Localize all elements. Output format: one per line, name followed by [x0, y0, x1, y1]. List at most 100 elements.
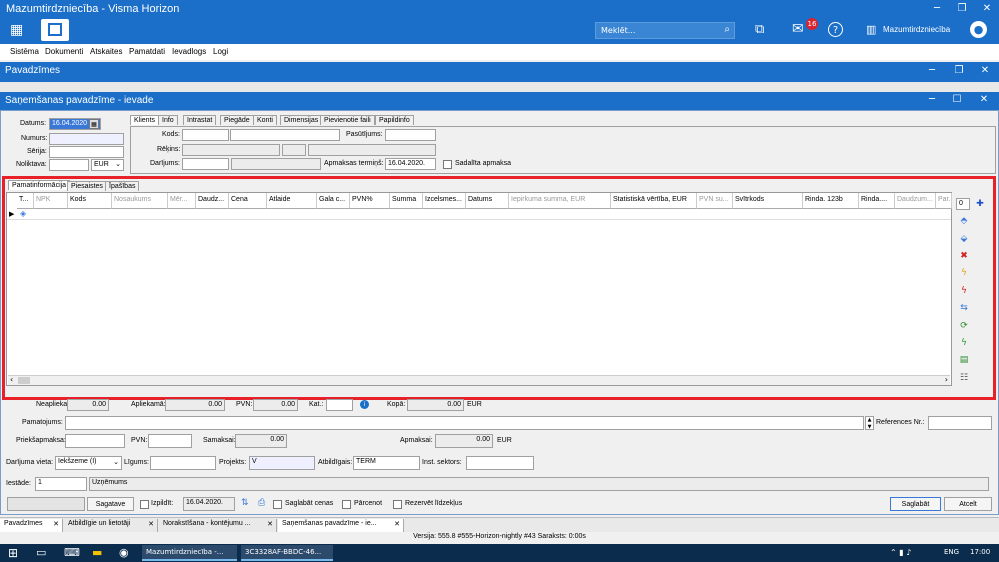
clock[interactable]: 17:00 — [970, 548, 990, 556]
references-field[interactable] — [928, 416, 992, 430]
company-name[interactable]: Mazumtirdzniecība — [883, 25, 950, 34]
windows-start-icon[interactable]: ⊞ — [8, 546, 18, 560]
tray-icons[interactable]: ⌃ ▮ ♪ — [890, 548, 911, 557]
taskbar-app-horizon[interactable]: Mazumtirdzniecība -... — [142, 545, 237, 561]
grid-apps-icon[interactable]: ▦ — [10, 22, 26, 38]
menu-atskaites[interactable]: Atskaites — [90, 47, 122, 56]
references-label: References Nr.: — [876, 419, 925, 426]
kat-field[interactable] — [326, 399, 353, 411]
minimize-icon[interactable]: ─ — [930, 3, 944, 14]
doc-tab-atbildigie[interactable]: Atbildīgie un lietotāji ✕ — [64, 519, 158, 532]
document-list-button[interactable] — [41, 19, 69, 41]
powershell-icon[interactable]: ⌨ — [64, 546, 80, 559]
rekins-field-3[interactable] — [308, 144, 436, 156]
saglabat-cenas-checkbox[interactable] — [273, 500, 282, 509]
spin-icon[interactable]: ▲ ▼ — [865, 416, 874, 430]
transfer-icon[interactable]: ⇅ — [241, 498, 252, 510]
kods-field[interactable] — [182, 129, 229, 141]
kopa-label: Kopā: — [387, 401, 406, 408]
close-icon[interactable]: ✕ — [980, 3, 994, 14]
pasutijums-field[interactable] — [385, 129, 436, 141]
atcelt-button[interactable]: Atcelt — [944, 497, 992, 511]
doc-tab-norakstisana[interactable]: Norakstīšana - kontējumu ... ✕ — [159, 519, 277, 532]
minimize-icon[interactable]: ─ — [925, 94, 939, 105]
rezervet-checkbox[interactable] — [393, 500, 402, 509]
menu-pamatdati[interactable]: Pamatdati — [129, 47, 165, 56]
taskbar-app-excel[interactable]: 3C3328AF-BBDC-46... — [241, 545, 333, 561]
maximize-icon[interactable]: ❐ — [955, 3, 969, 14]
close-icon[interactable]: ✕ — [978, 65, 992, 76]
folder-icon[interactable]: ▬ — [92, 546, 102, 559]
close-icon[interactable]: ✕ — [148, 520, 154, 528]
parcenot-checkbox[interactable] — [342, 500, 351, 509]
pavadzimes-window-bar: Pavadzīmes ─ ❐ ✕ — [0, 62, 999, 82]
atbildigais-field[interactable]: TERM — [353, 456, 420, 470]
kods-name-field[interactable] — [230, 129, 340, 141]
darijuma-vieta-select[interactable]: Iekšzeme (I) ⌄ — [55, 456, 122, 470]
priekapmaksa-label: Priekšapmaksa: — [16, 437, 66, 444]
menu-logi[interactable]: Logi — [213, 47, 228, 56]
priekapmaksa-field[interactable] — [65, 434, 125, 448]
tab-klients[interactable]: Klients — [130, 115, 160, 125]
kopa-currency: EUR — [467, 401, 482, 408]
tab-intrastat[interactable]: Intrastat — [183, 115, 217, 125]
currency-select[interactable]: EUR ⌄ — [91, 159, 124, 171]
serija-field[interactable] — [49, 146, 124, 158]
tab-pievienotie-faili[interactable]: Pievienotie faili — [320, 115, 375, 125]
tab-konti[interactable]: Konti — [253, 115, 277, 125]
close-icon[interactable]: ✕ — [53, 520, 59, 528]
darijums-name-field[interactable] — [231, 158, 321, 170]
pasutijums-label: Pasūtījums: — [346, 131, 383, 138]
file-explorer-icon[interactable]: ▭ — [36, 546, 46, 559]
tab-info[interactable]: Info — [158, 115, 178, 125]
menu-sistema[interactable]: Sistēma — [10, 47, 39, 56]
close-icon[interactable]: ✕ — [267, 520, 273, 528]
search-input[interactable]: Meklēt... ⌕ — [595, 22, 735, 39]
user-avatar-icon[interactable]: ● — [970, 21, 987, 38]
ligums-field[interactable] — [150, 456, 216, 470]
doc-tab-pavadzimes[interactable]: Pavadzīmes ✕ — [0, 519, 63, 532]
iestade-field[interactable]: 1 — [35, 477, 87, 491]
sadalita-apmaksa-checkbox[interactable] — [443, 160, 452, 169]
pamatojums-label: Pamatojums: — [22, 419, 63, 426]
inst-sektors-field[interactable] — [466, 456, 534, 470]
restore-icon[interactable]: ❐ — [952, 65, 966, 76]
minimize-icon[interactable]: ─ — [925, 65, 939, 76]
rekins-field[interactable] — [182, 144, 280, 156]
menu-ievadlogs[interactable]: Ievadlogs — [172, 47, 206, 56]
projekts-field[interactable]: V — [249, 456, 315, 470]
darijums-field[interactable] — [182, 158, 229, 170]
mail-icon[interactable]: ✉ — [792, 21, 804, 37]
apmaksas-termins-field[interactable]: 16.04.2020. — [385, 158, 436, 170]
chrome-icon[interactable]: ◉ — [119, 546, 129, 559]
currency-value: EUR — [94, 161, 109, 168]
calendar-icon[interactable]: ▦ — [89, 119, 99, 129]
saglabat-button[interactable]: Saglabāt — [890, 497, 941, 511]
doc-tab-sanemsanas[interactable]: Saņemšanas pavadzīme - ie... ✕ — [278, 519, 404, 532]
print-icon[interactable]: ⎙ — [258, 498, 269, 510]
pvn2-label: PVN: — [131, 437, 148, 444]
tab-papildinfo[interactable]: Papildinfo — [375, 115, 414, 125]
search-icon[interactable]: ⌕ — [724, 24, 730, 35]
izpildit-checkbox[interactable] — [140, 500, 149, 509]
menu-dokumenti[interactable]: Dokumenti — [45, 47, 83, 56]
darijums-label: Darījums: — [150, 160, 180, 167]
status-bar: Versija: 555.8 #555-Horizon-nightly #43 … — [0, 532, 999, 544]
tab-dimensijas[interactable]: Dimensijas — [280, 115, 323, 125]
numurs-field[interactable] — [49, 133, 124, 145]
info-icon[interactable]: i — [360, 400, 369, 409]
izpildit-date-field[interactable]: 16.04.2020. — [183, 497, 235, 511]
rekins-field-2[interactable] — [282, 144, 306, 156]
close-icon[interactable]: ✕ — [977, 94, 991, 105]
pvn2-field[interactable] — [148, 434, 192, 448]
darijuma-vieta-label: Darījuma vieta: — [6, 459, 54, 466]
help-icon[interactable]: ? — [828, 22, 843, 37]
sagatave-button[interactable]: Sagatave — [87, 497, 134, 511]
pamatojums-field[interactable] — [65, 416, 864, 430]
windows-icon[interactable]: ⧉ — [755, 22, 764, 37]
maximize-icon[interactable]: ☐ — [950, 94, 964, 105]
language-indicator[interactable]: ENG — [944, 548, 959, 556]
noliktava-field[interactable] — [49, 159, 89, 171]
close-icon[interactable]: ✕ — [394, 520, 400, 528]
tab-piegade[interactable]: Piegāde — [220, 115, 254, 125]
